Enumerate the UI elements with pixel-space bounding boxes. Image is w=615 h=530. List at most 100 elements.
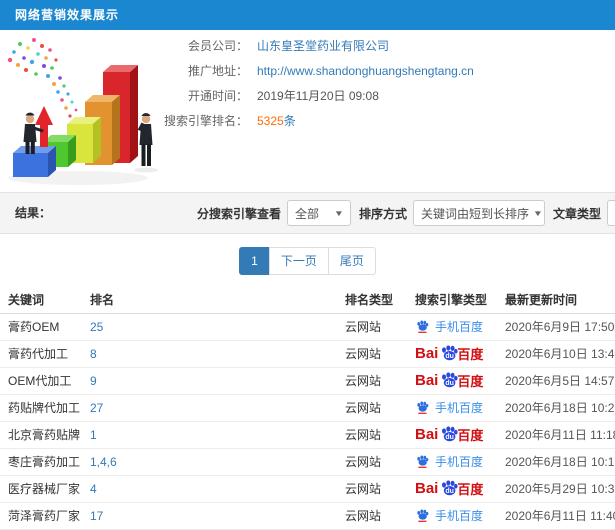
engine-cell: Bai du 百度 — [415, 475, 505, 503]
company-label: 会员公司： — [187, 39, 248, 53]
mobile-baidu-label: 手机百度 — [435, 509, 484, 523]
opened-value: 2019年11月20日 09:08 — [257, 89, 379, 103]
mobile-baidu-logo: 手机百度 — [415, 453, 505, 470]
opened-label: 开通时间： — [187, 89, 248, 103]
rank-link[interactable]: 4 — [90, 482, 97, 496]
column-header-rank: 排名 — [90, 287, 345, 314]
company-link[interactable]: 山东皇圣堂药业有限公司 — [257, 34, 389, 59]
rank-count-label: 搜索引擎排名： — [163, 114, 248, 128]
column-header-updated: 最新更新时间 — [505, 287, 615, 314]
page-1-button[interactable]: 1 — [239, 247, 270, 275]
mobile-baidu-label: 手机百度 — [435, 320, 484, 334]
rank-link[interactable]: 27 — [90, 401, 103, 415]
page-header: 网络营销效果展示 — [0, 0, 615, 30]
svg-text:du: du — [446, 488, 455, 495]
baidu-logo-bai: Bai — [415, 480, 439, 497]
engine-cell: 手机百度 — [415, 448, 505, 476]
baidu-logo: Bai du 百度 — [415, 425, 505, 445]
baidu-logo-cn: 百度 — [457, 347, 484, 362]
member-fields: 会员公司： 山东皇圣堂药业有限公司 推广地址： http://www.shand… — [153, 34, 474, 134]
rank-type-cell: 云网站 — [345, 502, 415, 530]
baidu-logo-bai: Bai — [415, 372, 439, 389]
baidu-paw-icon — [417, 320, 429, 333]
last-page-button[interactable]: 尾页 — [327, 247, 376, 275]
sort-select-value: 关键词由短到长排序 — [421, 206, 530, 221]
rank-type-cell: 云网站 — [345, 367, 415, 395]
rank-cell: 1,4,6 — [90, 448, 345, 476]
mobile-baidu-logo: 手机百度 — [415, 507, 505, 524]
rank-link[interactable]: 1 — [90, 428, 97, 442]
baidu-paw-icon — [417, 509, 429, 522]
rank-link[interactable]: 9 — [90, 374, 97, 388]
rank-link[interactable]: 17 — [90, 509, 103, 523]
table-row: 北京膏药贴牌 1 云网站 Bai du 百度 2020年6月11日 11:18 — [0, 421, 615, 449]
svg-text:du: du — [446, 380, 455, 387]
engine-cell: 手机百度 — [415, 394, 505, 422]
rank-cell: 27 — [90, 394, 345, 422]
updated-cell: 2020年6月18日 10:19 — [505, 448, 615, 476]
keyword-cell: 药贴牌代加工 — [0, 394, 90, 422]
baidu-logo-cn: 百度 — [457, 482, 484, 497]
svg-text:du: du — [446, 434, 455, 441]
next-page-button[interactable]: 下一页 — [268, 247, 329, 275]
sort-select[interactable]: 关键词由短到长排序 ▼ — [413, 200, 546, 226]
pagination: 1 下一页 尾页 — [0, 234, 615, 287]
baidu-logo: Bai du 百度 — [415, 479, 505, 499]
rank-type-cell: 云网站 — [345, 421, 415, 449]
keyword-cell: 枣庄膏药加工 — [0, 448, 90, 476]
table-row: 菏泽膏药厂家 17 云网站 手机百度 2020年6月11日 11:40 — [0, 502, 615, 530]
table-header-row: 关键词 排名 排名类型 搜索引擎类型 最新更新时间 — [0, 287, 615, 314]
updated-cell: 2020年6月10日 13:40 — [505, 340, 615, 368]
keyword-cell: 北京膏药贴牌 — [0, 421, 90, 449]
baidu-logo-bai: Bai — [415, 345, 439, 362]
column-header-rank-type: 排名类型 — [345, 287, 415, 314]
field-opened: 开通时间： 2019年11月20日 09:08 — [153, 84, 474, 109]
rank-type-cell: 云网站 — [345, 394, 415, 422]
baidu-logo-cn: 百度 — [457, 428, 484, 443]
rank-cell: 8 — [90, 340, 345, 368]
updated-cell: 2020年5月29日 10:32 — [505, 475, 615, 503]
baidu-logo-bai: Bai — [415, 426, 439, 443]
promotion-url-link[interactable]: http://www.shandonghuangshengtang.cn — [257, 59, 474, 84]
engine-cell: Bai du 百度 — [415, 340, 505, 368]
result-label: 结果： — [15, 206, 52, 220]
rank-type-cell: 云网站 — [345, 313, 415, 341]
article-type-select[interactable]: 全部 ▼ — [607, 200, 615, 226]
column-header-keyword: 关键词 — [0, 287, 90, 314]
rank-link[interactable]: 8 — [90, 347, 97, 361]
rank-link[interactable]: 1,4,6 — [90, 455, 117, 469]
baidu-paw-icon — [417, 401, 429, 414]
keyword-cell: OEM代加工 — [0, 367, 90, 395]
keyword-rank-table: 关键词 排名 排名类型 搜索引擎类型 最新更新时间 膏药OEM 25 云网站 手… — [0, 287, 615, 530]
mobile-baidu-logo: 手机百度 — [415, 318, 505, 335]
filter-controls: 分搜索引擎查看 全部 ▼ 排序方式 关键词由短到长排序 ▼ 文章类型 全部 ▼ … — [197, 200, 615, 226]
baidu-paw-icon: du — [442, 479, 458, 495]
mobile-baidu-logo: 手机百度 — [415, 399, 505, 416]
updated-cell: 2020年6月9日 17:50 — [505, 313, 615, 341]
baidu-logo: Bai du 百度 — [415, 344, 505, 364]
updated-cell: 2020年6月18日 10:25 — [505, 394, 615, 422]
rank-cell: 17 — [90, 502, 345, 530]
filter-bar: 结果： 分搜索引擎查看 全部 ▼ 排序方式 关键词由短到长排序 ▼ 文章类型 全… — [0, 192, 615, 234]
engine-select[interactable]: 全部 ▼ — [287, 200, 352, 226]
rank-cell: 25 — [90, 313, 345, 341]
rank-cell: 4 — [90, 475, 345, 503]
baidu-logo-cn: 百度 — [457, 374, 484, 389]
table-row: 膏药代加工 8 云网站 Bai du 百度 2020年6月10日 13:40 — [0, 340, 615, 368]
engine-cell: Bai du 百度 — [415, 367, 505, 395]
sort-filter-label: 排序方式 — [359, 206, 408, 221]
field-rank-count: 搜索引擎排名： 5325条 — [153, 109, 474, 134]
svg-text:du: du — [446, 353, 455, 360]
keyword-cell: 膏药OEM — [0, 313, 90, 341]
rank-link[interactable]: 25 — [90, 320, 103, 334]
baidu-paw-icon: du — [442, 344, 458, 360]
table-row: 医疗器械厂家 4 云网站 Bai du 百度 2020年5月29日 10:32 — [0, 475, 615, 503]
table-row: 膏药OEM 25 云网站 手机百度 2020年6月9日 17:50 — [0, 313, 615, 341]
keyword-cell: 医疗器械厂家 — [0, 475, 90, 503]
mobile-baidu-label: 手机百度 — [435, 455, 484, 469]
rank-cell: 9 — [90, 367, 345, 395]
updated-cell: 2020年6月5日 14:57 — [505, 367, 615, 395]
table-row: OEM代加工 9 云网站 Bai du 百度 2020年6月5日 14:57 — [0, 367, 615, 395]
engine-cell: 手机百度 — [415, 502, 505, 530]
chevron-down-icon: ▼ — [532, 208, 544, 218]
